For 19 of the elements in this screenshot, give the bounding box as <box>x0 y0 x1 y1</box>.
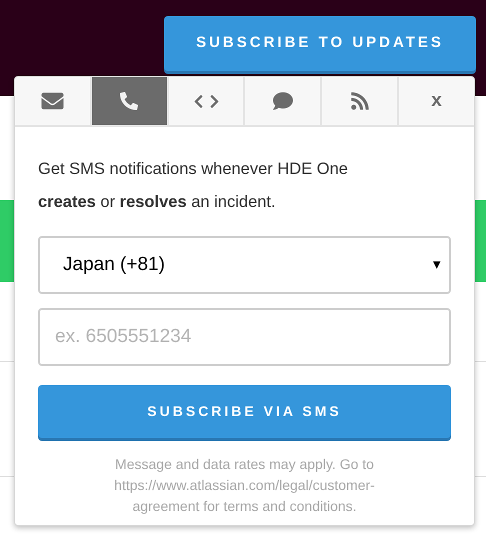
caret-icon: ▾ <box>433 254 441 276</box>
tab[interactable] <box>15 77 90 125</box>
disclaimer-text: Message and data rates may apply. Go to https://www.atlassian.com/legal/customer-agreement for terms and conditions. <box>113 455 376 516</box>
subscribe-button[interactable]: SUBSCRIBE TO UPDATES <box>164 16 476 71</box>
tab[interactable] <box>90 77 167 125</box>
intro-text: Get SMS notifications whenever HDE One creates or resolves an incident. <box>38 159 349 213</box>
country-select[interactable]: Japan (+81) ▾ <box>38 236 451 294</box>
envelope-icon <box>40 90 65 112</box>
tab[interactable] <box>320 77 398 125</box>
close-tab[interactable]: x <box>397 77 474 125</box>
phone-icon <box>120 92 138 110</box>
speech-bubble-icon <box>272 91 294 111</box>
submit-button[interactable]: SUBSCRIBE VIA SMS <box>38 385 451 438</box>
tab[interactable] <box>243 77 320 125</box>
rss-icon <box>350 91 370 111</box>
phone-field[interactable]: ex. 6505551234 <box>38 308 451 366</box>
tab[interactable] <box>166 77 244 125</box>
country-value: Japan (+81) <box>63 252 165 277</box>
code-icon <box>192 94 221 108</box>
